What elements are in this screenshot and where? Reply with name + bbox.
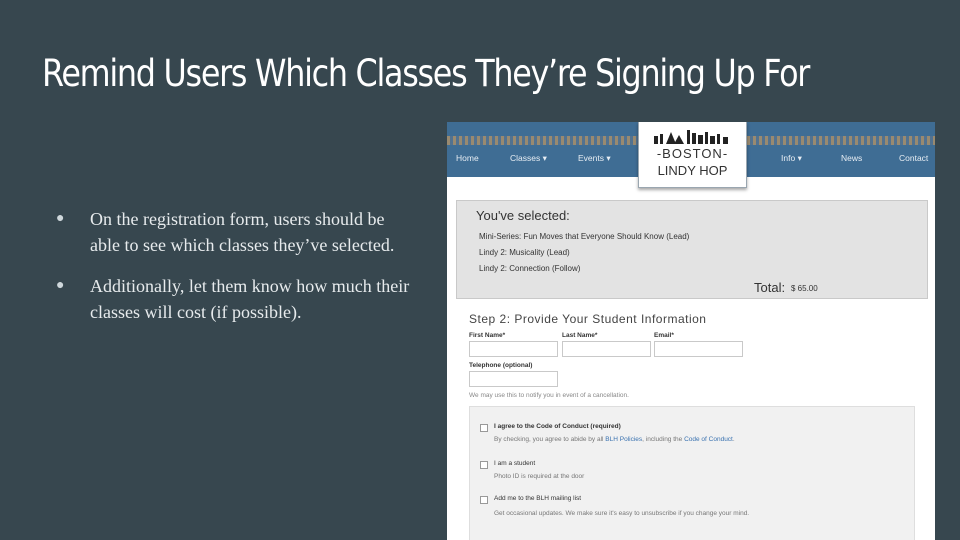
- caret-down-icon: ▾: [606, 153, 611, 163]
- step-title: Step 2: Provide Your Student Information: [469, 312, 707, 326]
- caret-down-icon: ▾: [542, 153, 547, 163]
- selected-class-item: Mini-Series: Fun Moves that Everyone Sho…: [479, 232, 690, 241]
- email-input[interactable]: [654, 341, 743, 357]
- bullet-text: Additionally, let them know how much the…: [90, 276, 410, 322]
- nav-news-label: News: [841, 153, 863, 163]
- telephone-hint: We may use this to notify you in event o…: [469, 392, 629, 399]
- total-value: $ 65.00: [791, 284, 818, 293]
- student-checkbox[interactable]: [480, 461, 488, 469]
- note-text: By checking, you agree to abide by all: [494, 436, 606, 443]
- slide-title: Remind Users Which Classes They’re Signi…: [42, 52, 810, 95]
- nav-contact[interactable]: Contact: [899, 153, 928, 163]
- mailing-list-note: Get occasional updates. We make sure it'…: [494, 510, 750, 517]
- last-name-input[interactable]: [562, 341, 651, 357]
- note-text: .: [732, 436, 735, 443]
- code-of-conduct-checkbox[interactable]: [480, 424, 488, 432]
- selected-class-item: Lindy 2: Connection (Follow): [479, 264, 581, 273]
- nav-events-dropdown[interactable]: Events ▾: [578, 153, 611, 164]
- email-label: Email*: [654, 332, 674, 339]
- total-label: Total:: [754, 280, 786, 295]
- telephone-input[interactable]: [469, 371, 558, 387]
- nav-events-label: Events: [578, 153, 604, 163]
- first-name-label: First Name*: [469, 332, 506, 339]
- first-name-input[interactable]: [469, 341, 558, 357]
- last-name-label: Last Name*: [562, 332, 598, 339]
- nav-home-label: Home: [456, 153, 479, 163]
- bullet-text: On the registration form, users should b…: [90, 209, 395, 255]
- registration-screenshot: Home Classes ▾ Events ▾ Info ▾ News Cont…: [447, 122, 935, 540]
- nav-home[interactable]: Home: [456, 153, 479, 163]
- note-text: , including the: [642, 436, 685, 443]
- bullet-item: ● Additionally, let them know how much th…: [56, 273, 416, 325]
- site-logo[interactable]: -BOSTON- LINDY HOP: [638, 122, 747, 188]
- nav-info-dropdown[interactable]: Info ▾: [781, 153, 802, 164]
- nav-contact-label: Contact: [899, 153, 929, 163]
- nav-info-label: Info: [781, 153, 796, 163]
- nav-news[interactable]: News: [841, 153, 862, 163]
- code-of-conduct-note: By checking, you agree to abide by all B…: [494, 436, 735, 443]
- agreements-panel: I agree to the Code of Conduct (required…: [469, 406, 915, 540]
- nav-classes-label: Classes: [510, 153, 541, 163]
- logo-text-boston: -BOSTON-: [656, 146, 729, 161]
- student-label: I am a student: [494, 460, 536, 467]
- mailing-list-label: Add me to the BLH mailing list: [494, 495, 582, 502]
- bullet-dot-icon: ●: [56, 211, 65, 226]
- selected-title: You've selected:: [476, 208, 570, 223]
- bullet-list: ● On the registration form, users should …: [56, 206, 416, 340]
- telephone-label: Telephone (optional): [469, 362, 533, 369]
- selected-class-item: Lindy 2: Musicality (Lead): [479, 248, 570, 257]
- student-note: Photo ID is required at the door: [494, 473, 585, 480]
- caret-down-icon: ▾: [797, 153, 802, 163]
- nav-classes-dropdown[interactable]: Classes ▾: [510, 153, 547, 164]
- code-of-conduct-link[interactable]: Code of Conduct: [684, 436, 733, 443]
- blh-policies-link[interactable]: BLH Policies: [605, 436, 642, 443]
- skyline-icon: [654, 130, 728, 144]
- bullet-item: ● On the registration form, users should …: [56, 206, 416, 258]
- mailing-list-checkbox[interactable]: [480, 496, 488, 504]
- bullet-dot-icon: ●: [56, 278, 65, 293]
- logo-text-lindy-hop: LINDY HOP: [657, 163, 728, 178]
- code-of-conduct-label: I agree to the Code of Conduct (required…: [494, 423, 621, 430]
- selected-classes-panel: You've selected: Mini-Series: Fun Moves …: [456, 200, 928, 299]
